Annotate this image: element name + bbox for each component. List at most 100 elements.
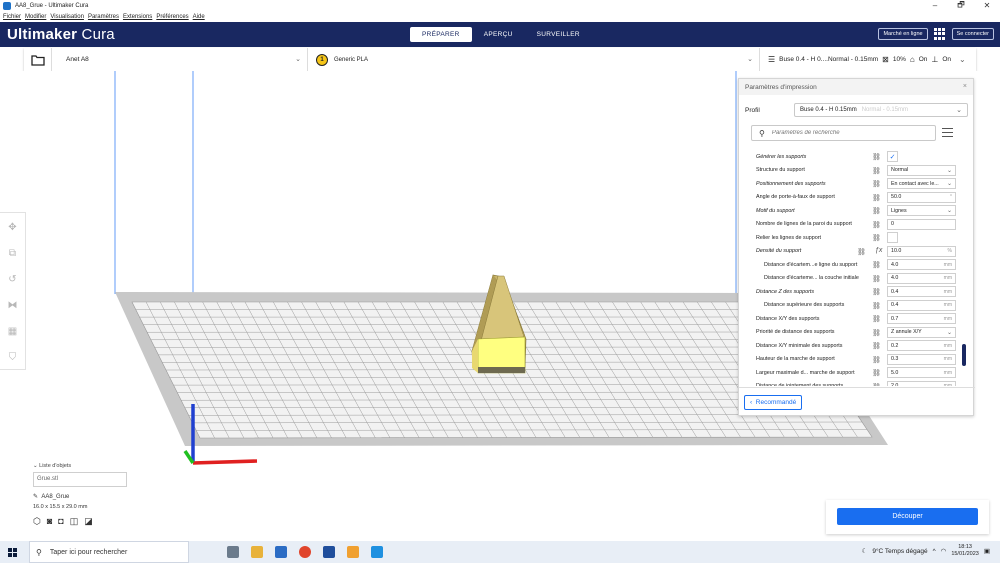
setting-input[interactable]: 0 [887,218,956,230]
link-icon[interactable]: ⛓ [872,153,881,161]
right-view-icon[interactable]: ◪ [84,516,93,527]
recommended-button[interactable]: ‹ Recommandé [744,395,803,410]
menu-view[interactable]: Visualisation [50,14,84,20]
link-icon[interactable]: ⛓ [872,261,881,269]
setting-row: Relier les lignes de support ⛓ [739,231,975,245]
setting-dropdown[interactable]: Z annule X/Y ⌄ [887,326,956,338]
network-icon[interactable]: ◠ [941,547,947,555]
settings-search-box[interactable]: ⚲ [751,125,936,141]
support-blocker-icon[interactable]: ⛉ [9,351,17,365]
setting-input[interactable]: 10.0% [887,245,956,257]
restore-button[interactable]: 🗗 [948,0,974,11]
tab-prepare[interactable]: PRÉPARER [410,27,472,42]
slice-button[interactable]: Découper [837,508,978,525]
setting-input[interactable]: 0.2 mm [887,340,956,351]
cura-taskbar-icon[interactable] [371,546,383,558]
setting-dropdown[interactable]: En contact avec le... ⌄ [887,178,956,189]
link-icon[interactable]: ⛓ [872,329,881,337]
link-icon[interactable]: ⛓ [872,194,881,202]
setting-value: 5.0 [891,369,899,376]
3d-view-icon[interactable]: ⬡ [33,516,41,527]
settings-scrollbar[interactable] [962,344,966,366]
link-icon[interactable]: ⛓ [872,356,881,364]
rotate-icon[interactable]: ↺ [8,273,16,287]
link-icon[interactable]: ⛓ [872,167,881,175]
signin-button[interactable]: Se connecter [951,28,994,40]
settings-search-input[interactable] [771,130,922,136]
menu-extensions[interactable]: Extensions [123,14,152,20]
setting-checkbox[interactable]: ✓ [887,151,898,162]
close-button[interactable]: ✕ [974,0,1000,11]
menu-preferences[interactable]: Préférences [156,14,188,20]
move-icon[interactable]: ✥ [8,221,16,235]
settings-visibility-menu-icon[interactable] [942,128,953,140]
top-view-icon[interactable]: ◘ [58,516,63,527]
link-icon[interactable]: ⛓ [872,302,881,310]
taskbar-search[interactable]: ⚲ Taper ici pour rechercher [29,541,189,563]
weather-text[interactable]: 9°C Temps dégagé [872,548,927,555]
setting-dropdown[interactable]: Normal ⌄ [887,164,956,176]
close-icon[interactable]: × [963,83,967,90]
mail-icon[interactable] [323,546,335,558]
link-icon[interactable]: ⛓ [872,383,881,387]
profile-selector[interactable]: Buse 0.4 - H 0.15mm Normal - 0.15mm ⌄ [794,103,968,117]
link-icon[interactable]: ⛓ [872,342,881,350]
setting-input[interactable]: 4.0 mm [887,272,956,284]
link-icon[interactable]: ⛓ [872,221,881,229]
setting-input[interactable]: 0.4 mm [887,299,956,311]
panel-title: Paramètres d'impression [745,83,817,91]
setting-checkbox[interactable] [887,232,898,243]
file-explorer-icon[interactable] [251,546,263,558]
setting-input[interactable]: 2.0 mm [887,380,956,386]
menu-help[interactable]: Aide [193,14,205,20]
scale-icon[interactable]: ⧉ [9,247,16,261]
link-icon[interactable]: ⛓ [872,315,881,323]
front-view-icon[interactable]: ◙ [47,516,52,527]
menu-bar: Fichier Modifier Visualisation Paramètre… [0,11,1000,22]
link-icon[interactable]: ⛓ [872,288,881,296]
open-file-button[interactable] [24,48,52,71]
link-icon[interactable]: ⛓ [872,275,881,283]
link-icon[interactable]: ⛓ [872,180,881,188]
object-list-header[interactable]: ⌄ Liste d'objets [33,463,153,469]
clock[interactable]: 18:13 15/01/2023 [951,544,979,558]
apps-grid-icon[interactable] [933,28,946,40]
setting-dropdown[interactable]: Lignes ⌄ [887,205,956,216]
windows-start-icon[interactable] [8,547,17,557]
menu-edit[interactable]: Modifier [25,14,46,20]
tab-preview[interactable]: APERÇU [472,27,525,42]
tab-monitor[interactable]: SURVEILLER [525,27,592,42]
setting-input[interactable]: 50.0 ° [887,191,956,203]
tray-overflow-icon[interactable]: ^ [933,548,936,555]
app-icon[interactable] [347,546,359,558]
material-selector[interactable]: 1 Generic PLA ⌄ [308,48,760,71]
notifications-icon[interactable]: ▣ [984,547,990,555]
function-icon[interactable]: ƒx [875,247,882,254]
menu-settings[interactable]: Paramètres [88,14,119,20]
menu-file[interactable]: Fichier [3,14,21,20]
printer-selector[interactable]: Anet A8 ⌄ [52,48,308,71]
object-list-file[interactable]: Grue.stl [33,472,127,487]
per-model-settings-icon[interactable]: ▦ [8,325,17,339]
pencil-icon[interactable]: ✎ [33,494,38,500]
link-icon[interactable]: ⛓ [872,369,881,377]
task-view-icon[interactable] [227,546,239,558]
setting-input[interactable]: 0.4 mm [887,286,956,297]
link-icon[interactable]: ⛓ [857,248,866,256]
mirror-icon[interactable]: ⧓ [8,299,18,313]
store-icon[interactable] [275,546,287,558]
minimize-button[interactable]: – [922,0,948,11]
setting-input[interactable]: 4.0 mm [887,259,956,270]
left-view-icon[interactable]: ◫ [70,516,79,527]
setting-input[interactable]: 0.3 mm [887,353,956,365]
link-icon[interactable]: ⛓ [872,207,881,215]
setting-input[interactable]: 5.0 mm [887,367,956,378]
model-grue[interactable] [471,274,527,374]
settings-list[interactable]: Générer les supports ⛓ ✓ Structure du suppo… [739,144,975,386]
chrome-icon[interactable] [299,546,311,558]
link-icon[interactable]: ⛓ [872,234,881,242]
setting-input[interactable]: 0.7 mm [887,313,956,324]
marketplace-button[interactable]: Marché en ligne [878,28,928,40]
print-settings-summary[interactable]: ☰ Buse 0.4 - H 0....Normal - 0.15mm ⊠ 10… [760,55,976,64]
setting-label: Distance de jointement des supports [756,383,843,386]
